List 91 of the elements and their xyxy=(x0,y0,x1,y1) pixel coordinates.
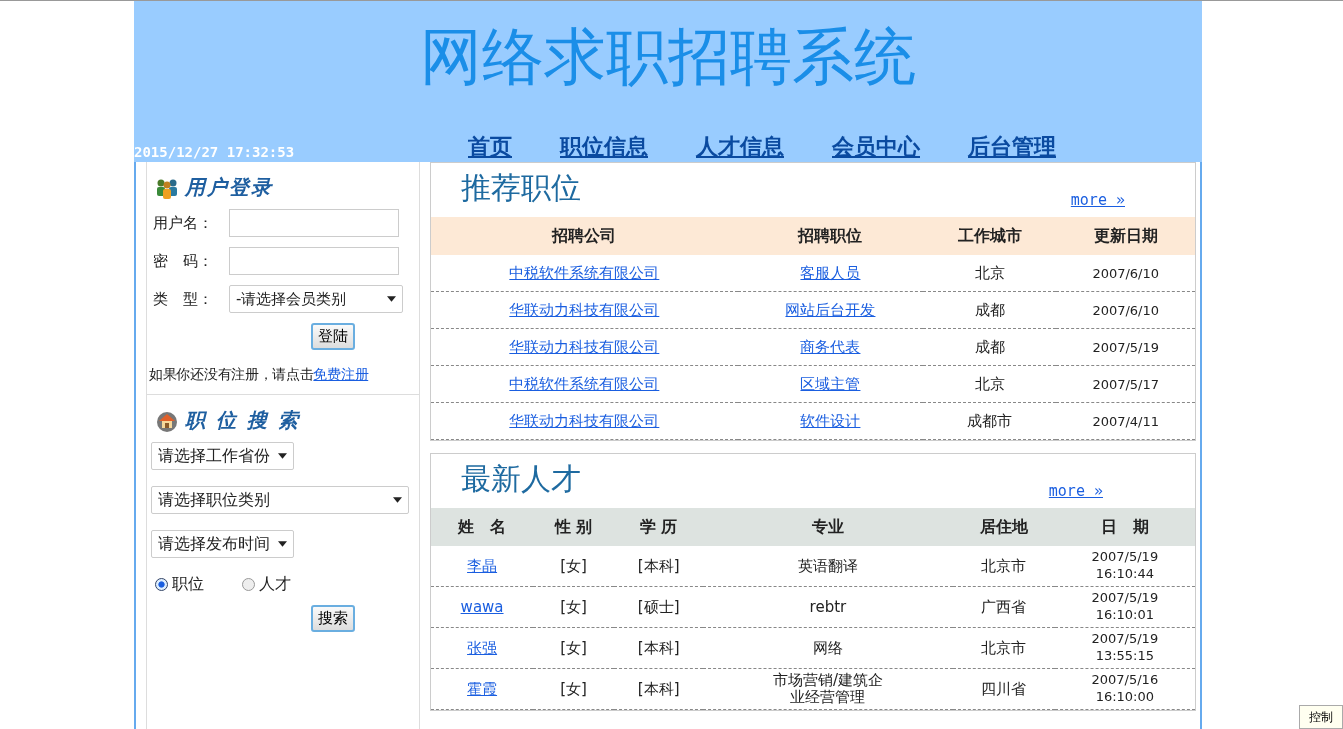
table-cell: 2007/5/19 xyxy=(1092,340,1160,355)
table-cell: 网络 xyxy=(812,640,843,657)
more-link[interactable]: more » xyxy=(1048,482,1103,508)
username-field[interactable] xyxy=(229,209,399,237)
company-link[interactable]: 华联动力科技有限公司 xyxy=(509,337,660,356)
table-cell: [本科] xyxy=(637,556,680,575)
caret-icon xyxy=(387,296,396,302)
nav-link[interactable]: 首页 xyxy=(468,132,512,162)
name-link[interactable]: 霍霞 xyxy=(467,679,498,698)
filter-select[interactable]: 请选择工作省份 xyxy=(151,442,294,470)
table-cell: [本科] xyxy=(637,638,680,657)
table-cell: 成都市 xyxy=(967,411,1013,430)
table-cell: [本科] xyxy=(637,679,680,698)
radio-option[interactable]: 职位 xyxy=(155,574,204,595)
control-button[interactable]: 控制 xyxy=(1299,705,1343,729)
nav-link[interactable]: 人才信息 xyxy=(696,132,784,162)
table-cell: 广西省 xyxy=(981,597,1027,616)
table-cell: 2007/5/17 xyxy=(1092,377,1160,392)
table-cell: [硕士] xyxy=(637,597,680,616)
table-cell: 2007/4/11 xyxy=(1092,414,1160,429)
table-cell: [女] xyxy=(560,679,587,698)
column-header: 姓 名 xyxy=(431,508,534,546)
table-cell: [女] xyxy=(560,638,587,657)
name-link[interactable]: wawa xyxy=(460,598,504,616)
login-button[interactable]: 登陆 xyxy=(311,323,355,350)
table-cell: 北京 xyxy=(974,263,1005,282)
table-cell: 2007/5/19 xyxy=(1091,549,1159,566)
table-cell: [女] xyxy=(560,556,587,575)
table-cell: rebtr xyxy=(809,599,847,616)
column-header: 日 期 xyxy=(1054,508,1195,546)
search-heading: 职 位 搜 索 xyxy=(185,407,300,434)
table-cell: 北京市 xyxy=(981,638,1027,657)
company-link[interactable]: 中税软件系统有限公司 xyxy=(509,374,660,393)
table-cell: 成都 xyxy=(974,300,1005,319)
register-link[interactable]: 免费注册 xyxy=(313,366,369,382)
column-header: 专业 xyxy=(703,508,953,546)
nav-link[interactable]: 后台管理 xyxy=(968,132,1056,162)
login-heading: 用户登录 xyxy=(185,174,273,201)
name-link[interactable]: 张强 xyxy=(467,638,498,657)
member-type-select[interactable]: -请选择会员类别 xyxy=(229,285,403,313)
position-link[interactable]: 区域主管 xyxy=(800,374,861,393)
site-title: 网络求职招聘系统 xyxy=(419,19,917,95)
position-link[interactable]: 商务代表 xyxy=(800,337,861,356)
column-header: 工作城市 xyxy=(923,217,1057,255)
nav-link[interactable]: 职位信息 xyxy=(560,132,648,162)
table-cell: 北京市 xyxy=(981,556,1027,575)
table-cell: 13:55:15 xyxy=(1095,648,1155,665)
company-link[interactable]: 华联动力科技有限公司 xyxy=(509,300,660,319)
column-header: 招聘公司 xyxy=(431,217,738,255)
table-cell: 16:10:44 xyxy=(1095,566,1155,583)
radio-option[interactable]: 人才 xyxy=(242,574,291,595)
register-note: 如果你还没有注册，请点击免费注册 xyxy=(149,366,370,384)
position-link[interactable]: 网站后台开发 xyxy=(785,300,876,319)
date-time: 2015/12/27 17:32:53 xyxy=(134,144,296,162)
table-cell-text: 市场营销/建筑企业经营管理 xyxy=(771,672,884,706)
column-header: 更新日期 xyxy=(1056,217,1195,255)
company-link[interactable]: 华联动力科技有限公司 xyxy=(509,411,660,430)
field-label: 用户名： xyxy=(153,213,214,233)
position-link[interactable]: 软件设计 xyxy=(800,411,861,430)
table-cell: 16:10:00 xyxy=(1095,689,1155,706)
table-cell: 2007/6/10 xyxy=(1092,266,1160,281)
position-link[interactable]: 客服人员 xyxy=(800,263,861,282)
more-link[interactable]: more » xyxy=(1070,191,1125,217)
table-cell: 2007/5/19 xyxy=(1091,631,1159,648)
password-field[interactable] xyxy=(229,247,399,275)
filter-select[interactable]: 请选择发布时间 xyxy=(151,530,294,558)
column-header: 学 历 xyxy=(614,508,704,546)
section-title: 推荐职位 xyxy=(460,169,581,207)
section-title: 最新人才 xyxy=(460,460,581,498)
table-cell: 16:10:01 xyxy=(1095,607,1155,624)
nav-link[interactable]: 会员中心 xyxy=(832,132,920,162)
table-cell: 2007/6/10 xyxy=(1092,303,1160,318)
search-button[interactable]: 搜索 xyxy=(311,605,355,632)
table-cell: 成都 xyxy=(974,337,1005,356)
column-header: 居住地 xyxy=(952,508,1055,546)
table-cell: 英语翻译 xyxy=(797,558,858,575)
column-header: 性 别 xyxy=(533,508,614,546)
field-label: 类 型： xyxy=(153,289,214,309)
table-cell: 四川省 xyxy=(981,679,1027,698)
table-cell: 2007/5/16 xyxy=(1091,672,1159,689)
filter-select[interactable]: 请选择职位类别 xyxy=(151,486,409,514)
column-header: 招聘职位 xyxy=(737,217,924,255)
table-cell: [女] xyxy=(560,597,587,616)
company-link[interactable]: 中税软件系统有限公司 xyxy=(509,263,660,282)
name-link[interactable]: 李晶 xyxy=(467,556,498,575)
caret-icon xyxy=(278,541,287,547)
table-cell: 北京 xyxy=(974,374,1005,393)
caret-icon xyxy=(278,453,287,459)
caret-icon xyxy=(393,497,402,503)
table-cell: 2007/5/19 xyxy=(1091,590,1159,607)
field-label: 密 码： xyxy=(153,251,214,271)
